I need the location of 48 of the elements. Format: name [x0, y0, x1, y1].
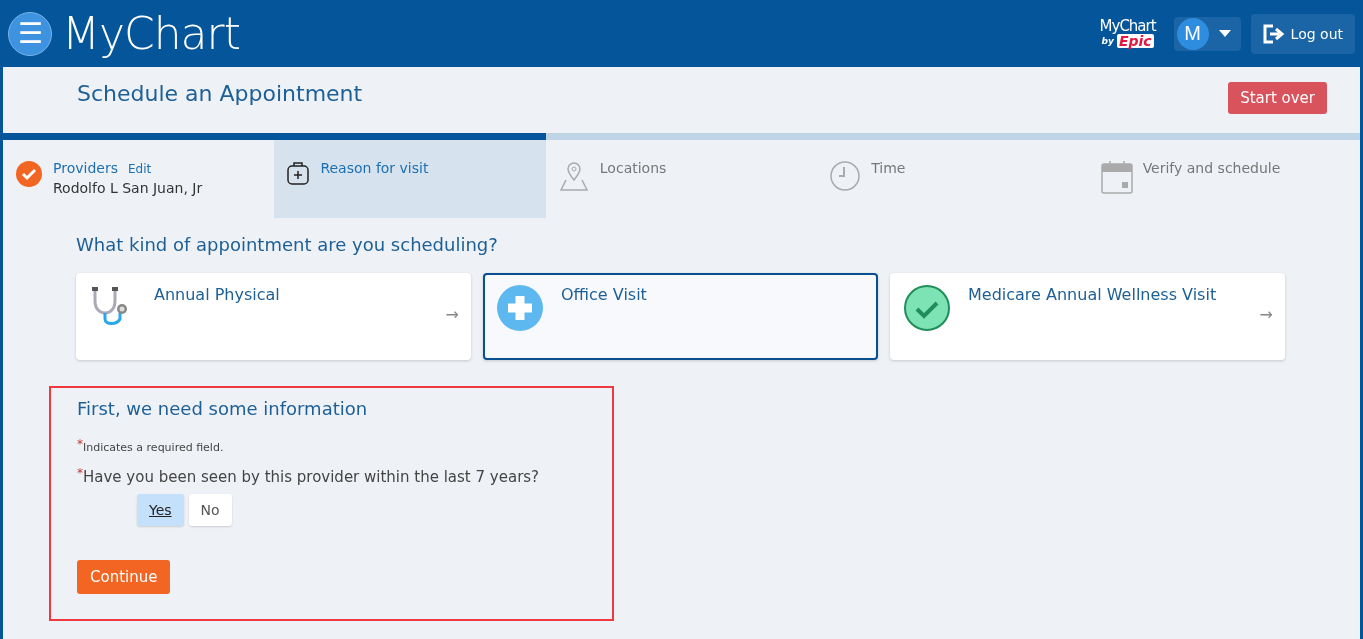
caret-icon: [1218, 30, 1231, 37]
step-tab[interactable]: Reason for visit: [274, 140, 546, 218]
arrow-icon: →: [445, 305, 459, 324]
menu-button[interactable]: ☰: [8, 11, 52, 56]
visit-type-label: Medicare Annual Wellness Visit: [968, 285, 1217, 306]
arrow-icon: →: [1259, 305, 1273, 324]
map-pin-icon: [557, 160, 590, 192]
logo[interactable]: MyChart: [62, 8, 240, 59]
brand-byline: by: [1101, 36, 1114, 46]
continue-button[interactable]: Continue: [77, 560, 171, 594]
page-title: Schedule an Appointment: [77, 81, 363, 106]
required-note: Indicates a required field.: [83, 441, 224, 454]
step-label: Time: [871, 160, 906, 176]
visit-type-card[interactable]: Annual Physical →: [76, 273, 471, 360]
account-menu-button[interactable]: M: [1173, 16, 1241, 51]
medical-bag-icon: [286, 160, 311, 186]
visit-type-card[interactable]: Office Visit: [483, 273, 878, 360]
visit-type-label: Office Visit: [561, 285, 647, 306]
step-tab[interactable]: Providers Edit Rodolfo L San Juan, Jr: [3, 140, 275, 218]
check-icon: [15, 160, 43, 188]
logout-icon: [1262, 23, 1285, 44]
brand-logo: MyChart: [1099, 19, 1156, 34]
question-label: Have you been seen by this provider within the last 7 years?: [83, 468, 540, 486]
section-heading: What kind of appointment are you scheduling?: [75, 233, 499, 255]
step-detail: Rodolfo L San Juan, Jr: [53, 180, 203, 196]
start-over-button[interactable]: Start over: [1228, 82, 1327, 114]
step-label: Providers: [53, 160, 118, 176]
info-heading: First, we need some information: [77, 398, 369, 419]
step-label: Reason for visit: [320, 160, 429, 176]
clock-icon: [829, 160, 862, 192]
plus-icon: [497, 285, 543, 331]
step-label: Locations: [599, 160, 667, 176]
required-mark: *: [77, 437, 83, 451]
logout-button[interactable]: Log out: [1250, 13, 1355, 54]
avatar: M: [1176, 17, 1209, 50]
step-tab[interactable]: Locations: [545, 140, 818, 218]
calendar-icon: [1100, 160, 1133, 194]
brand-maker: Epic: [1116, 34, 1154, 48]
answer-toggle[interactable]: No: [188, 494, 232, 526]
required-mark: *: [77, 466, 83, 480]
step-label: Verify and schedule: [1142, 160, 1281, 176]
answer-toggle[interactable]: Yes: [137, 494, 184, 526]
check-icon: [904, 285, 950, 331]
step-tab[interactable]: Verify and schedule: [1088, 140, 1361, 218]
step-tab[interactable]: Time: [817, 140, 1089, 218]
visit-type-card[interactable]: Medicare Annual Wellness Visit →: [890, 273, 1285, 360]
visit-type-label: Annual Physical: [154, 285, 280, 306]
edit-link[interactable]: Edit: [127, 162, 152, 176]
